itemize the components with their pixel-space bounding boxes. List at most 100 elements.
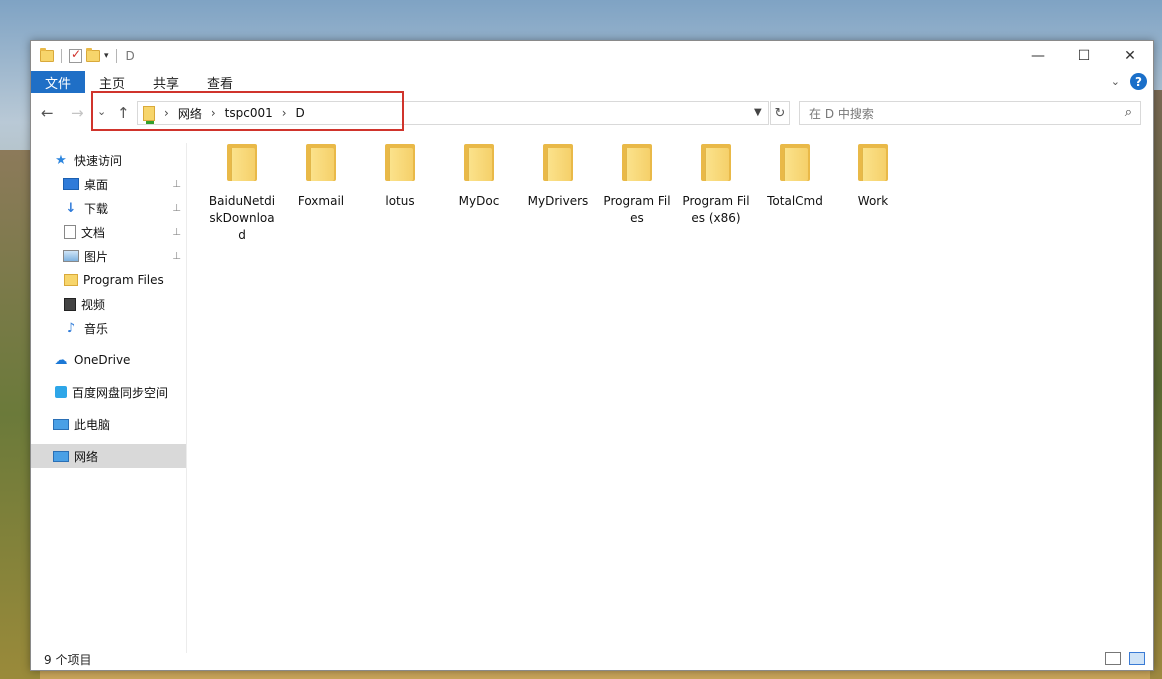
tab-view[interactable]: 查看 [193,71,247,93]
pin-icon[interactable]: ⊥ [172,179,181,190]
desktop-icon [63,178,79,190]
pin-icon[interactable]: ⊥ [172,227,181,238]
sidebar-item-program-files[interactable]: Program Files [31,268,186,292]
sidebar-item-label: 图片 [84,249,109,264]
quick-access-star-icon: ★ [55,152,67,168]
sidebar-item-label: 音乐 [84,321,109,336]
onedrive-cloud-icon: ☁ [54,352,68,368]
view-switcher [1105,652,1145,665]
pictures-icon [63,250,79,262]
baidu-netdisk-icon [55,386,67,398]
search-placeholder: 在 D 中搜索 [809,106,874,121]
file-list: BaiduNetdiskDownload Foxmail lotus MyDoc… [188,143,1153,653]
new-folder-icon[interactable] [86,48,100,62]
folder-icon [64,274,78,286]
tab-home[interactable]: 主页 [85,71,139,93]
maximize-button[interactable]: ☐ [1061,41,1107,71]
details-view-icon[interactable] [1105,652,1121,665]
document-icon [64,225,76,239]
toolbar-divider [115,49,117,63]
address-history-chevron-icon[interactable]: ▼ [754,107,762,118]
folder-item[interactable]: MyDrivers [520,143,596,210]
folder-name: lotus [385,194,415,208]
folder-icon [227,144,257,181]
file-explorer-window: ▾ D — ☐ ✕ 文件 主页 共享 查看 ⌄ ? ← → ⌄ ↑ › 网络 ›… [30,40,1154,671]
search-input[interactable]: 在 D 中搜索 ⌕ [799,101,1141,125]
pin-icon[interactable]: ⊥ [172,203,181,214]
sidebar-item-label: 文档 [81,225,106,240]
folder-icon [385,144,415,181]
large-icons-view-icon[interactable] [1129,652,1145,665]
navigation-pane: ★ 快速访问 桌面 ⊥ ↓ 下载 ⊥ 文档 ⊥ 图片 ⊥ Program Fil… [31,143,187,653]
download-arrow-icon: ↓ [65,200,77,216]
folder-item[interactable]: Program Files (x86) [678,143,754,227]
sidebar-item-baidu-netdisk[interactable]: 百度网盘同步空间 [31,380,186,404]
sidebar-item-network[interactable]: 网络 [31,444,186,468]
network-icon [53,450,69,462]
folder-item[interactable]: Foxmail [283,143,359,210]
folder-item[interactable]: MyDoc [441,143,517,210]
sidebar-item-onedrive[interactable]: ☁ OneDrive [31,348,186,372]
sidebar-item-label: 视频 [81,297,106,312]
status-bar: 9 个项目 [31,648,1153,670]
folder-item[interactable]: lotus [362,143,438,210]
folder-icon [858,144,888,181]
folder-icon [543,144,573,181]
folder-item[interactable]: BaiduNetdiskDownload [204,143,280,244]
address-bar-highlight-box [91,91,404,131]
sidebar-item-label: 快速访问 [74,153,123,168]
minimize-button[interactable]: — [1015,41,1061,71]
back-button[interactable]: ← [41,104,54,122]
folder-item[interactable]: TotalCmd [757,143,833,210]
ribbon-tabs: 文件 主页 共享 查看 ⌄ ? [31,71,1153,93]
window-title: D [125,49,135,63]
folder-name: Program Files [603,194,671,225]
ribbon-right-controls: ⌄ ? [1111,73,1147,90]
sidebar-item-desktop[interactable]: 桌面 ⊥ [31,172,186,196]
folder-icon [464,144,494,181]
sidebar-item-label: 百度网盘同步空间 [72,385,169,400]
close-button[interactable]: ✕ [1107,41,1153,71]
folder-item[interactable]: Work [835,143,911,210]
customize-toolbar-chevron-icon[interactable]: ▾ [104,51,109,61]
sidebar-item-label: OneDrive [74,353,131,367]
sidebar-item-downloads[interactable]: ↓ 下载 ⊥ [31,196,186,220]
title-bar: ▾ D — ☐ ✕ [31,41,1153,71]
folder-icon [701,144,731,181]
folder-name: Program Files (x86) [682,194,750,225]
folder-item[interactable]: Program Files [599,143,675,227]
folder-icon [622,144,652,181]
pin-icon[interactable]: ⊥ [172,251,181,262]
music-note-icon: ♪ [66,320,76,336]
properties-icon[interactable] [40,48,54,62]
sidebar-item-label: 此电脑 [74,417,111,432]
search-icon[interactable]: ⌕ [1125,105,1132,120]
folder-name: MyDrivers [527,194,589,208]
help-button[interactable]: ? [1130,73,1147,90]
toolbar-divider [61,49,62,63]
sidebar-item-label: 网络 [74,449,99,464]
folder-name: MyDoc [458,194,500,208]
tab-file[interactable]: 文件 [31,71,85,93]
checkbox-icon[interactable] [69,47,82,63]
quick-access-toolbar: ▾ [31,47,120,63]
sidebar-item-documents[interactable]: 文档 ⊥ [31,220,186,244]
sidebar-item-this-pc[interactable]: 此电脑 [31,412,186,436]
forward-button[interactable]: → [71,104,84,122]
tab-share[interactable]: 共享 [139,71,193,93]
refresh-button[interactable]: ↻ [770,101,790,125]
sidebar-item-label: 桌面 [84,177,109,192]
folder-icon [306,144,336,181]
expand-ribbon-chevron-icon[interactable]: ⌄ [1111,75,1120,88]
folder-name: BaiduNetdiskDownload [208,194,276,242]
this-pc-icon [53,418,69,430]
video-icon [64,297,76,311]
folder-name: Foxmail [297,194,345,208]
folder-icon [780,144,810,181]
sidebar-item-quick-access[interactable]: ★ 快速访问 [31,148,186,172]
sidebar-item-pictures[interactable]: 图片 ⊥ [31,244,186,268]
sidebar-item-videos[interactable]: 视频 [31,292,186,316]
sidebar-item-label: Program Files [83,273,164,287]
folder-name: TotalCmd [767,194,823,208]
sidebar-item-music[interactable]: ♪ 音乐 [31,316,186,340]
